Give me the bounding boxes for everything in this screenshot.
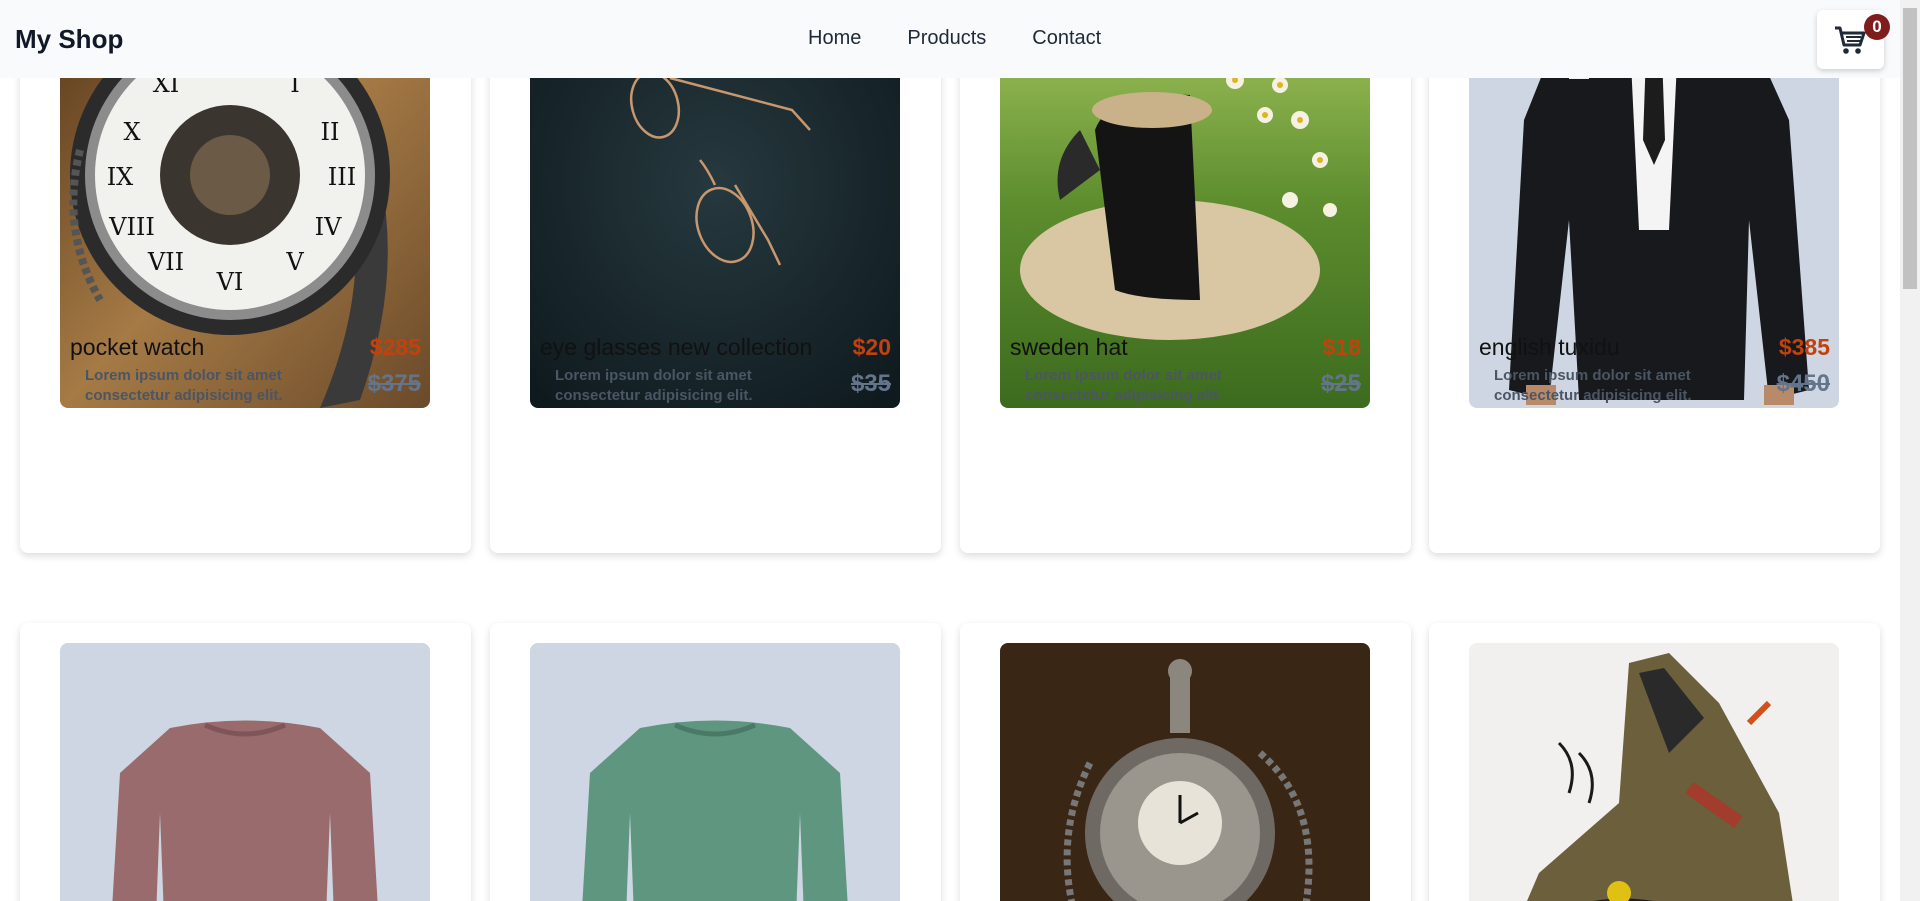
product-card[interactable] — [490, 623, 941, 901]
product-card[interactable]: eye glasses new collection $20 Lorem ips… — [490, 0, 941, 553]
product-image-sweater-maroon[interactable] — [60, 643, 430, 901]
product-name[interactable]: eye glasses new collection — [540, 334, 812, 361]
site-logo[interactable]: My Shop — [15, 24, 123, 55]
product-old-price: $25 — [1320, 370, 1361, 397]
product-old-price: $35 — [850, 370, 891, 397]
product-image-pocket-watch-ornate[interactable] — [1000, 643, 1370, 901]
product-name[interactable]: sweden hat — [1010, 334, 1128, 361]
svg-text:X: X — [123, 118, 140, 146]
shop-page: My Shop Home Products Contact 0 I II III… — [0, 0, 1920, 901]
product-old-price: $450 — [1776, 370, 1830, 397]
product-card[interactable]: english tuxidu $385 Lorem ipsum dolor si… — [1429, 0, 1880, 553]
product-description: Lorem ipsum dolor sit amet consectetur a… — [1025, 367, 1223, 404]
svg-text:II: II — [321, 118, 340, 146]
product-image-hiking-shoe[interactable] — [1469, 643, 1839, 901]
product-card[interactable] — [1429, 623, 1880, 901]
nav-contact-link[interactable]: Contact — [1032, 27, 1101, 50]
product-card[interactable] — [960, 623, 1411, 901]
svg-text:III: III — [328, 163, 356, 191]
product-card[interactable]: XIIIII IIIIVV VIVIIVIII IXXXI pocket wat… — [20, 0, 471, 553]
nav-products-link[interactable]: Products — [907, 27, 986, 50]
product-price: $385 — [1778, 334, 1830, 360]
main-nav: Home Products Contact — [808, 27, 1147, 50]
cart-icon — [1835, 26, 1866, 54]
top-navbar: My Shop Home Products Contact 0 — [0, 0, 1900, 78]
product-description: Lorem ipsum dolor sit amet consectetur a… — [85, 367, 283, 404]
product-name[interactable]: pocket watch — [70, 334, 204, 361]
cart-count-badge: 0 — [1864, 14, 1890, 40]
product-price: $20 — [852, 334, 891, 360]
product-description: Lorem ipsum dolor sit amet consectetur a… — [1494, 367, 1692, 404]
product-name[interactable]: english tuxidu — [1479, 334, 1620, 361]
svg-text:V: V — [285, 248, 304, 276]
nav-home-link[interactable]: Home — [808, 27, 861, 50]
svg-text:VII: VII — [147, 248, 184, 276]
product-price: $18 — [1322, 334, 1361, 360]
product-old-price: $375 — [367, 370, 421, 397]
product-card[interactable]: sweden hat $18 Lorem ipsum dolor sit ame… — [960, 0, 1411, 553]
page-scrollbar[interactable] — [1900, 0, 1920, 901]
product-price: $285 — [369, 334, 421, 360]
product-image-sweater-green[interactable] — [530, 643, 900, 901]
product-card[interactable] — [20, 623, 471, 901]
product-description: Lorem ipsum dolor sit amet consectetur a… — [555, 367, 753, 404]
scrollbar-thumb[interactable] — [1903, 8, 1917, 289]
svg-text:IX: IX — [107, 163, 134, 191]
svg-text:IV: IV — [315, 213, 342, 241]
cart-button[interactable]: 0 — [1817, 10, 1890, 69]
svg-text:VIII: VIII — [108, 213, 155, 241]
svg-text:VI: VI — [216, 268, 244, 296]
